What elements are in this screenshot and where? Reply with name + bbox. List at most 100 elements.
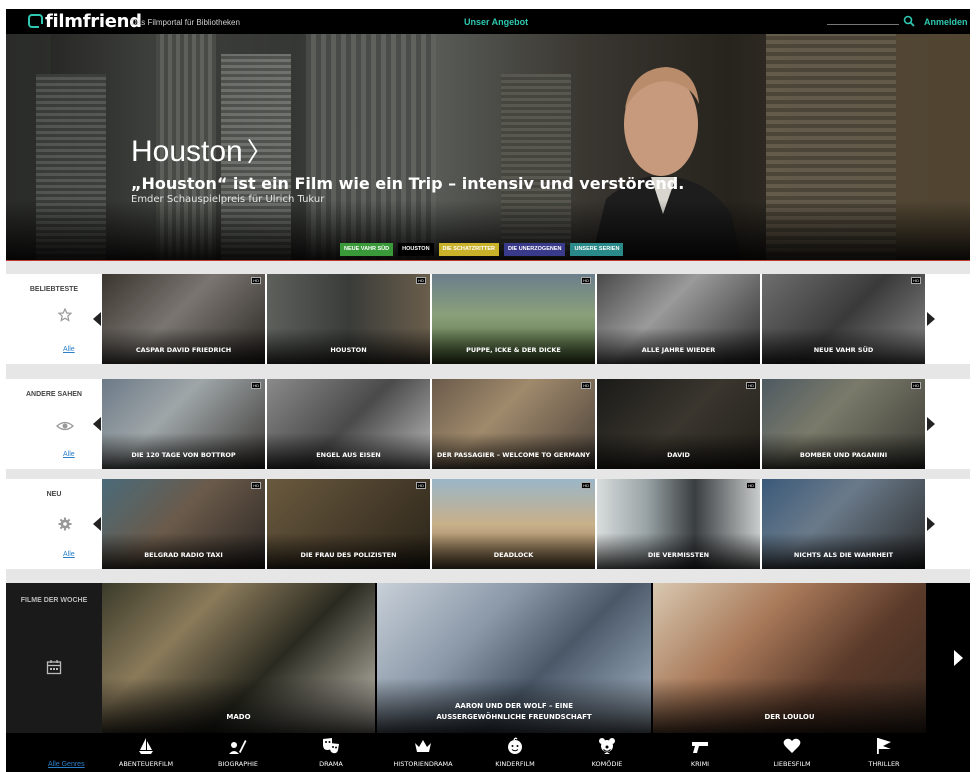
film-title: DIE VERMISSTEN (647, 551, 710, 559)
hero-title[interactable]: Houston 〉 (131, 132, 273, 169)
genre-drama[interactable]: DRAMA (286, 737, 376, 768)
hd-badge: HD (911, 277, 921, 284)
top-nav: filmfriend Das Filmportal für Bibliothek… (6, 9, 970, 34)
flag-icon (877, 738, 891, 754)
film-title: HOUSTON (330, 346, 367, 354)
weekly-film-card[interactable]: DER LOULOU (653, 583, 926, 733)
hd-badge: HD (911, 382, 921, 389)
film-card[interactable]: ENGEL AUS EISEN (267, 379, 430, 469)
film-card[interactable]: HD DER PASSAGIER – WELCOME TO GERMANY (432, 379, 595, 469)
genre-kids[interactable]: KINDERFILM (470, 737, 560, 768)
gear-icon (58, 517, 72, 531)
film-title: ALLE JAHRE WIEDER (641, 346, 716, 354)
divider (6, 261, 970, 274)
film-title: DIE 120 TAGE VON BOTTROP (131, 451, 236, 459)
genre-bar: Alle Genres ABENTEUERFILM BIOGRAPHIE DRA… (6, 733, 970, 772)
hd-badge: HD (251, 482, 261, 489)
film-title: NEUE VAHR SÜD (813, 346, 874, 354)
hero-tab[interactable]: UNSERE SERIEN (570, 243, 624, 256)
weekly-title: FILME DER WOCHE (20, 597, 88, 604)
brand-name: filmfriend (45, 11, 142, 32)
film-carousel: HD BELGRAD RADIO TAXI HD DIE FRAU DES POLI… (102, 479, 927, 569)
weekly-label: FILME DER WOCHE (6, 583, 102, 733)
strip-title: ANDERE SAHEN (25, 391, 82, 398)
genre-biography[interactable]: BIOGRAPHIE (193, 737, 283, 768)
film-title: NICHTS ALS DIE WAHRHEIT (793, 551, 894, 559)
strip-label: NEU Alle (6, 479, 102, 569)
carousel-prev-icon[interactable] (93, 417, 101, 431)
genre-comedy[interactable]: KOMÖDIE (562, 737, 652, 768)
hd-badge: HD (416, 482, 426, 489)
filmfriend-page: filmfriend Das Filmportal für Bibliothek… (6, 9, 970, 772)
see-all-link[interactable]: Alle (63, 346, 75, 353)
genre-romance[interactable]: LIEBESFILM (747, 737, 837, 768)
hd-badge: HD (581, 382, 591, 389)
offer-link[interactable]: Unser Angebot (464, 17, 528, 27)
carousel-next-icon[interactable] (927, 312, 935, 326)
hero-banner[interactable]: Houston 〉 „Houston“ ist ein Film wie ein … (6, 34, 970, 260)
crown-icon (415, 740, 431, 752)
film-title: DER PASSAGIER – WELCOME TO GERMANY (436, 451, 591, 459)
film-card[interactable]: HD DAVID (597, 379, 760, 469)
film-card[interactable]: ALLE JAHRE WIEDER (597, 274, 760, 364)
carousel-next-icon[interactable] (927, 517, 935, 531)
see-all-link[interactable]: Alle (63, 551, 75, 558)
search-input[interactable] (827, 24, 899, 25)
film-card[interactable]: HD BELGRAD RADIO TAXI (102, 479, 265, 569)
eye-icon (56, 421, 74, 431)
strip-title: NEU (46, 491, 62, 498)
carousel-prev-icon[interactable] (93, 312, 101, 326)
films-of-the-week: FILME DER WOCHE MADO AARON UND DER WOLF … (6, 583, 970, 733)
strip-andere-sahen: ANDERE SAHEN Alle HD DIE 120 TAGE VON BOT… (6, 379, 970, 469)
sailboat-icon (139, 738, 153, 754)
film-card[interactable]: HD DEADLOCK (432, 479, 595, 569)
film-title: AARON UND DER WOLF – EINE AUSSERGEWÖHNLI… (436, 702, 592, 721)
person-pen-icon (229, 740, 247, 754)
hero-tabs: NEUE VAHR SÜD HOUSTON DIE SCHATZRITTER D… (340, 243, 624, 256)
hero-tab[interactable]: DIE UNERZOGENEN (504, 243, 566, 256)
weekly-next-icon[interactable] (954, 650, 963, 666)
film-card[interactable]: HD DIE 120 TAGE VON BOTTROP (102, 379, 265, 469)
strip-label: ANDERE SAHEN Alle (6, 379, 102, 469)
strip-title: BELIEBTESTE (29, 286, 79, 293)
carousel-next-icon[interactable] (927, 417, 935, 431)
logo[interactable]: filmfriend (28, 11, 142, 32)
film-card[interactable]: NICHTS ALS DIE WAHRHEIT (762, 479, 925, 569)
film-card[interactable]: HD DIE FRAU DES POLIZISTEN (267, 479, 430, 569)
film-card[interactable]: HD NEUE VAHR SÜD (762, 274, 925, 364)
film-carousel: HD DIE 120 TAGE VON BOTTROP ENGEL AUS EIS… (102, 379, 927, 469)
heart-icon (783, 738, 801, 753)
genre-historical-drama[interactable]: HISTORIENDRAMA (378, 737, 468, 768)
strip-neu: NEU Alle HD BELGRAD RADIO TAXI HD DIE FRAU… (6, 479, 970, 569)
film-card[interactable]: HD HOUSTON (267, 274, 430, 364)
film-card[interactable]: HD PUPPE, ICKE & DER DICKE (432, 274, 595, 364)
film-card[interactable]: HD DIE VERMISSTEN (597, 479, 760, 569)
search-icon[interactable] (903, 15, 915, 27)
strip-beliebteste: BELIEBTESTE Alle HD CASPAR DAVID FRIEDRIC… (6, 274, 970, 364)
hero-tab[interactable]: HOUSTON (398, 243, 434, 256)
see-all-link[interactable]: Alle (63, 451, 75, 458)
film-card[interactable]: HD BOMBER UND PAGANINI (762, 379, 925, 469)
film-title: DER LOULOU (764, 713, 815, 721)
genre-crime[interactable]: KRIMI (655, 737, 745, 768)
divider (6, 364, 970, 379)
film-title: CASPAR DAVID FRIEDRICH (135, 346, 232, 354)
hd-badge: HD (581, 482, 591, 489)
weekly-film-card[interactable]: AARON UND DER WOLF – EINE AUSSERGEWÖHNLI… (377, 583, 651, 733)
calendar-icon (46, 660, 62, 675)
hero-tab[interactable]: DIE SCHATZRITTER (438, 243, 499, 256)
weekly-film-card[interactable]: MADO (102, 583, 375, 733)
hero-tab[interactable]: NEUE VAHR SÜD (340, 243, 394, 256)
login-link[interactable]: Anmelden (924, 17, 968, 27)
genre-thriller[interactable]: THRILLER (839, 737, 929, 768)
carousel-prev-icon[interactable] (93, 517, 101, 531)
hd-badge: HD (581, 277, 591, 284)
baby-face-icon (508, 737, 522, 754)
all-genres-link[interactable]: Alle Genres (48, 761, 85, 768)
hd-badge: HD (251, 382, 261, 389)
genre-adventure[interactable]: ABENTEUERFILM (101, 737, 191, 768)
tagline: Das Filmportal für Bibliotheken (131, 18, 240, 27)
strip-label: BELIEBTESTE Alle (6, 274, 102, 364)
film-card[interactable]: HD CASPAR DAVID FRIEDRICH (102, 274, 265, 364)
divider (6, 469, 970, 479)
